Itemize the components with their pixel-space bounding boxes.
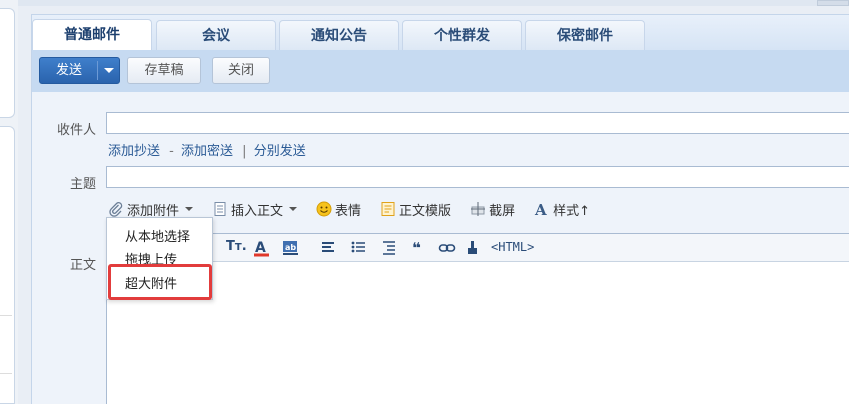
align-icon[interactable]	[320, 239, 338, 261]
document-icon	[212, 201, 228, 217]
smiley-icon	[316, 201, 332, 217]
to-input[interactable]	[106, 112, 849, 134]
svg-text:A: A	[534, 201, 547, 217]
body-template-label: 正文模版	[399, 203, 452, 219]
paperclip-icon	[108, 201, 124, 217]
send-button-label: 发送	[55, 63, 82, 78]
separator: -	[169, 144, 174, 159]
send-button-divider	[97, 61, 98, 80]
body-editor[interactable]: TT. A ab ❝ <HTML>	[106, 233, 849, 404]
add-cc-link[interactable]: 添加抄送	[108, 144, 160, 159]
to-label: 收件人	[56, 123, 96, 138]
divider	[0, 373, 12, 374]
highlight-box	[108, 264, 212, 300]
insert-body-label: 插入正文	[231, 203, 284, 219]
font-style-icon: A	[534, 201, 550, 219]
top-strip	[0, 0, 849, 6]
clear-format-icon[interactable]	[465, 239, 481, 261]
style-label: 样式↑	[553, 203, 590, 219]
screenshot-button[interactable]: 截屏	[470, 200, 515, 219]
html-mode-button[interactable]: <HTML>	[491, 240, 534, 254]
menu-item-local-file[interactable]: 从本地选择	[125, 226, 190, 245]
body-label: 正文	[69, 258, 96, 273]
indent-icon[interactable]	[381, 239, 399, 261]
tab-personalized-bulk[interactable]: 个性群发	[402, 20, 522, 50]
subject-input[interactable]	[106, 166, 849, 188]
body-template-button[interactable]: 正文模版	[380, 200, 451, 219]
left-sidebar-edge	[0, 0, 18, 404]
close-button[interactable]: 关闭	[212, 57, 270, 84]
tab-meeting[interactable]: 会议	[156, 20, 276, 50]
top-right-control[interactable]	[817, 0, 849, 6]
link-icon[interactable]	[438, 239, 456, 261]
left-panel-top	[0, 8, 15, 118]
bullet-list-icon[interactable]	[350, 239, 368, 261]
tab-bar: 普通邮件 会议 通知公告 个性群发 保密邮件	[32, 15, 849, 50]
divider	[0, 315, 12, 316]
tab-normal-mail[interactable]: 普通邮件	[32, 19, 152, 50]
svg-text:ab: ab	[285, 243, 296, 252]
add-bcc-link[interactable]: 添加密送	[181, 144, 233, 159]
add-attachment-button[interactable]: 添加附件	[108, 200, 194, 219]
insert-body-button[interactable]: 插入正文	[212, 200, 298, 219]
left-panel-bottom	[0, 126, 15, 404]
screenshot-label: 截屏	[489, 203, 516, 219]
emoji-label: 表情	[335, 203, 362, 219]
highlight-icon[interactable]: ab	[282, 239, 300, 261]
subject-label: 主题	[69, 177, 96, 192]
separator: |	[242, 144, 247, 159]
template-icon	[380, 201, 396, 217]
style-button[interactable]: A 样式↑	[534, 200, 590, 219]
tab-confidential-mail[interactable]: 保密邮件	[525, 20, 645, 50]
chevron-down-icon	[289, 207, 298, 211]
tab-notice[interactable]: 通知公告	[279, 20, 399, 50]
editor-toolbar: TT. A ab ❝ <HTML>	[107, 234, 849, 262]
recipient-links: 添加抄送 - 添加密送 | 分别发送	[108, 140, 308, 159]
separate-send-link[interactable]: 分别发送	[254, 144, 306, 159]
font-size-icon[interactable]: TT.	[226, 239, 247, 254]
emoji-button[interactable]: 表情	[316, 200, 361, 219]
quote-icon[interactable]: ❝	[412, 239, 421, 257]
chevron-down-icon[interactable]	[104, 68, 114, 73]
compose-window: 普通邮件 会议 通知公告 个性群发 保密邮件 发送 存草稿 关闭 收件人 添加抄…	[31, 14, 849, 404]
chevron-down-icon	[185, 207, 194, 211]
add-attachment-label: 添加附件	[127, 203, 180, 219]
scissors-icon	[470, 201, 486, 217]
send-button[interactable]: 发送	[39, 57, 120, 84]
save-draft-button[interactable]: 存草稿	[127, 57, 201, 84]
compose-toolbar: 发送 存草稿 关闭	[32, 50, 849, 92]
font-color-icon[interactable]: A	[253, 239, 271, 261]
